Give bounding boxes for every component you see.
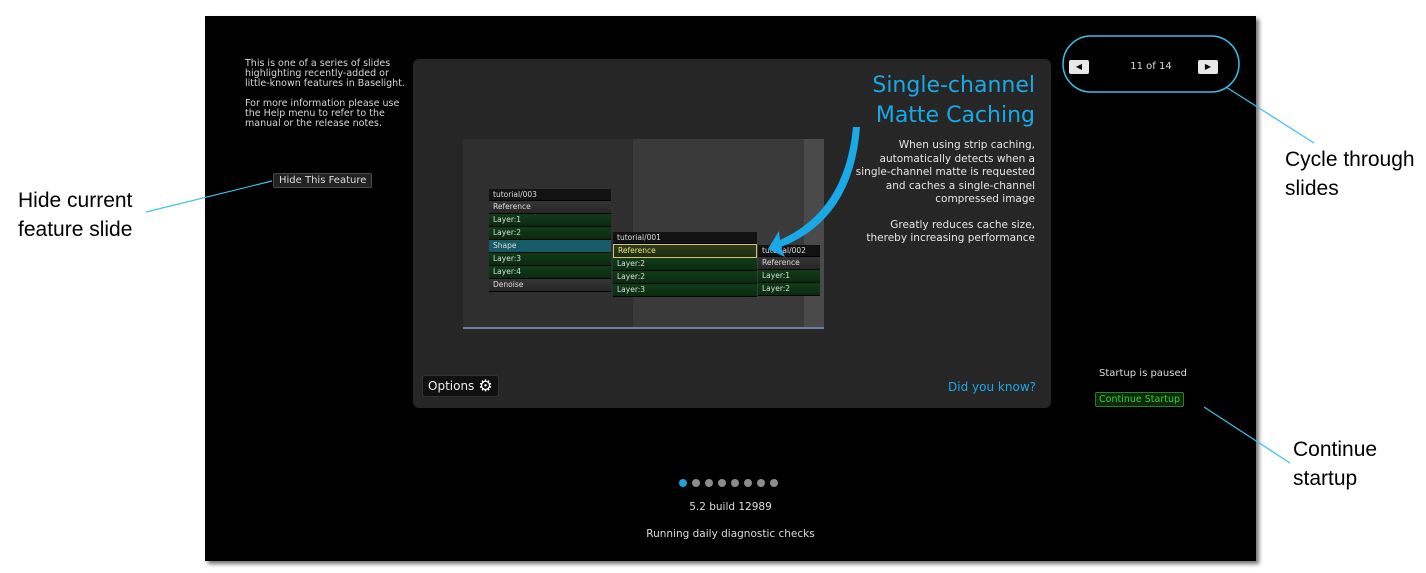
build-version: 5.2 build 12989 — [689, 501, 772, 513]
stack-row: Denoise — [489, 279, 611, 292]
slide-description: When using strip caching, automatically … — [855, 139, 1035, 258]
slide-title-line2: Matte Caching — [875, 103, 1035, 128]
triangle-left-icon: ◀ — [1075, 62, 1083, 71]
options-button[interactable]: Options ⚙ — [422, 375, 499, 397]
pagination-dot[interactable] — [770, 479, 778, 487]
pagination-dot[interactable] — [692, 479, 700, 487]
triangle-right-icon: ▶ — [1204, 62, 1212, 71]
pagination-dot[interactable] — [705, 479, 713, 487]
slide-pagination — [679, 479, 778, 487]
stack-row: Reference — [758, 257, 820, 270]
feature-info-help: For more information please use the Help… — [245, 98, 400, 129]
slide-description-benefit: Greatly reduces cache size, thereby incr… — [866, 218, 1035, 245]
pagination-dot[interactable] — [757, 479, 765, 487]
pagination-dot[interactable] — [744, 479, 752, 487]
callout-hide-slide: Hide current feature slide — [18, 186, 132, 244]
pagination-dot-active[interactable] — [679, 479, 687, 487]
gear-icon: ⚙ — [478, 376, 493, 395]
stack-header: tutorial/001 — [613, 232, 757, 244]
slide-title-line1: Single-channel — [872, 73, 1035, 98]
stack-row: Reference — [489, 201, 611, 214]
next-slide-button[interactable]: ▶ — [1198, 60, 1218, 74]
continue-startup-button[interactable]: Continue Startup — [1095, 392, 1184, 407]
callout-cycle-line2: slides — [1285, 177, 1339, 200]
illustration-baseline — [463, 327, 824, 329]
diagnostic-status: Running daily diagnostic checks — [646, 528, 815, 540]
slide-navigator: ◀ 11 of 14 ▶ — [1066, 58, 1233, 78]
layer-stack-tutorial-001: tutorial/001 Reference Layer:2 Layer:2 L… — [613, 232, 757, 297]
feature-slide-panel: Single-channel Matte Caching When using … — [413, 59, 1051, 408]
startup-paused-label: Startup is paused — [1099, 368, 1187, 379]
slide-illustration: tutorial/003 Reference Layer:1 Layer:2 S… — [463, 139, 824, 329]
stack-row: Layer:2 — [758, 283, 820, 296]
slide-counter: 11 of 14 — [1130, 61, 1172, 72]
feature-info: This is one of a series of slides highli… — [245, 59, 410, 139]
layer-stack-tutorial-002: tutorial/002 Reference Layer:1 Layer:2 — [758, 245, 820, 296]
stack-row: Layer:2 — [613, 271, 757, 284]
stack-row: Layer:1 — [758, 270, 820, 283]
illustration-right-strip — [804, 139, 824, 329]
feature-info-intro: This is one of a series of slides highli… — [245, 58, 405, 89]
stack-row: Shape — [489, 240, 611, 253]
stack-row: Layer:1 — [489, 214, 611, 227]
options-label: Options — [428, 379, 475, 393]
layer-stack-tutorial-003: tutorial/003 Reference Layer:1 Layer:2 S… — [489, 189, 611, 292]
stack-row: Layer:2 — [613, 258, 757, 271]
callout-cycle-slides: Cycle through slides — [1285, 145, 1415, 203]
pagination-dot[interactable] — [718, 479, 726, 487]
stack-row: Layer:4 — [489, 266, 611, 279]
callout-continue-startup: Continue startup — [1293, 435, 1377, 493]
startup-screen: This is one of a series of slides highli… — [205, 16, 1256, 561]
stack-row: Layer:3 — [489, 253, 611, 266]
stack-row: Layer:3 — [613, 284, 757, 297]
did-you-know-link[interactable]: Did you know? — [948, 380, 1036, 394]
stack-row: Layer:2 — [489, 227, 611, 240]
callout-cycle-line1: Cycle through — [1285, 148, 1415, 171]
hide-feature-button[interactable]: Hide This Feature — [273, 173, 373, 188]
stack-header: tutorial/002 — [758, 245, 820, 257]
pagination-dot[interactable] — [731, 479, 739, 487]
prev-slide-button[interactable]: ◀ — [1069, 60, 1089, 74]
stack-header: tutorial/003 — [489, 189, 611, 201]
callout-hide-line1: Hide current — [18, 189, 133, 212]
callout-continue-line2: startup — [1293, 467, 1358, 490]
stack-row-highlighted: Reference — [613, 244, 757, 258]
slide-description-main: When using strip caching, automatically … — [855, 139, 1035, 205]
slide-title: Single-channel Matte Caching — [872, 71, 1035, 131]
callout-continue-line1: Continue — [1293, 438, 1378, 461]
callout-hide-line2: feature slide — [18, 218, 133, 241]
